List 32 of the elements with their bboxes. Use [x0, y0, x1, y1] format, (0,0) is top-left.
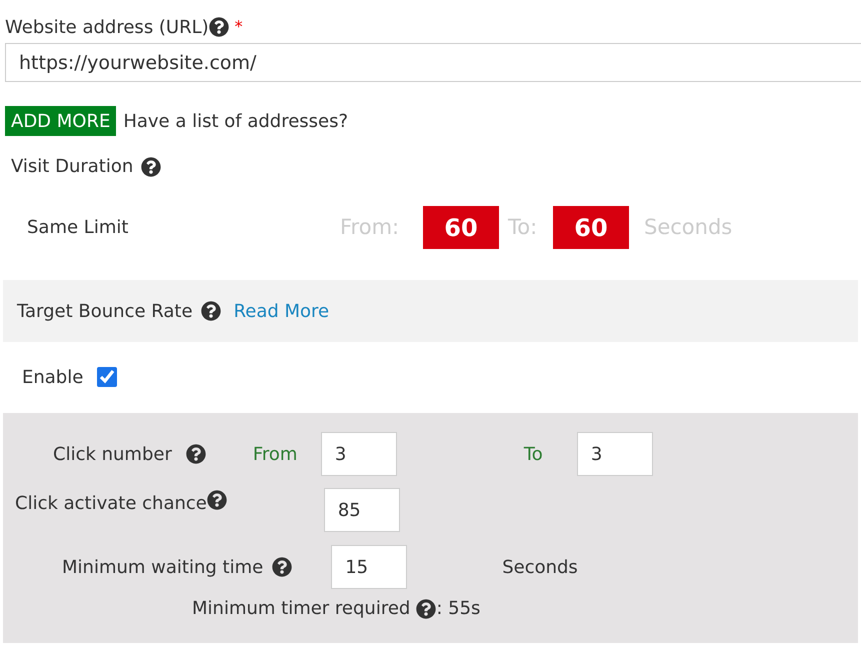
timer-label: Minimum timer required	[192, 597, 410, 621]
section-title: Target Bounce Rate	[17, 300, 193, 324]
enable-checkbox[interactable]	[97, 367, 118, 387]
to-label: To	[524, 442, 544, 466]
help-icon[interactable]	[200, 301, 221, 321]
section-title: Visit Duration	[11, 155, 134, 179]
click-from-input[interactable]: 3	[320, 432, 397, 476]
help-icon[interactable]	[416, 598, 436, 618]
from-label: From	[252, 442, 298, 466]
help-icon[interactable]	[208, 17, 229, 37]
duration-to-value[interactable]: 60	[553, 206, 629, 249]
mode-label: Same Limit	[26, 216, 130, 240]
chance-input[interactable]: 85	[324, 488, 400, 532]
click-to-input[interactable]: 3	[576, 432, 653, 476]
timer-value: : 55s	[436, 597, 480, 621]
help-icon[interactable]	[141, 156, 162, 176]
help-icon[interactable]	[186, 444, 206, 464]
field-label: Website address (URL)	[5, 16, 209, 40]
add-more-button[interactable]: ADD MORE	[5, 106, 116, 136]
waiting-time-input[interactable]: 15	[331, 545, 408, 589]
read-more-link[interactable]: Read More	[234, 298, 330, 324]
required-mark: *	[234, 16, 243, 38]
setting-label: Click activate chance	[15, 492, 207, 516]
setting-label: Click number	[53, 442, 172, 466]
url-input[interactable]: https://yourwebsite.com/	[5, 43, 861, 82]
help-icon[interactable]	[206, 490, 227, 510]
enable-label: Enable	[22, 366, 84, 390]
unit-label: Seconds	[502, 556, 578, 580]
setting-label: Minimum waiting time	[62, 556, 264, 580]
list-link-text[interactable]: Have a list of addresses?	[123, 108, 348, 134]
help-icon[interactable]	[272, 557, 292, 577]
duration-from-value[interactable]: 60	[423, 206, 499, 249]
